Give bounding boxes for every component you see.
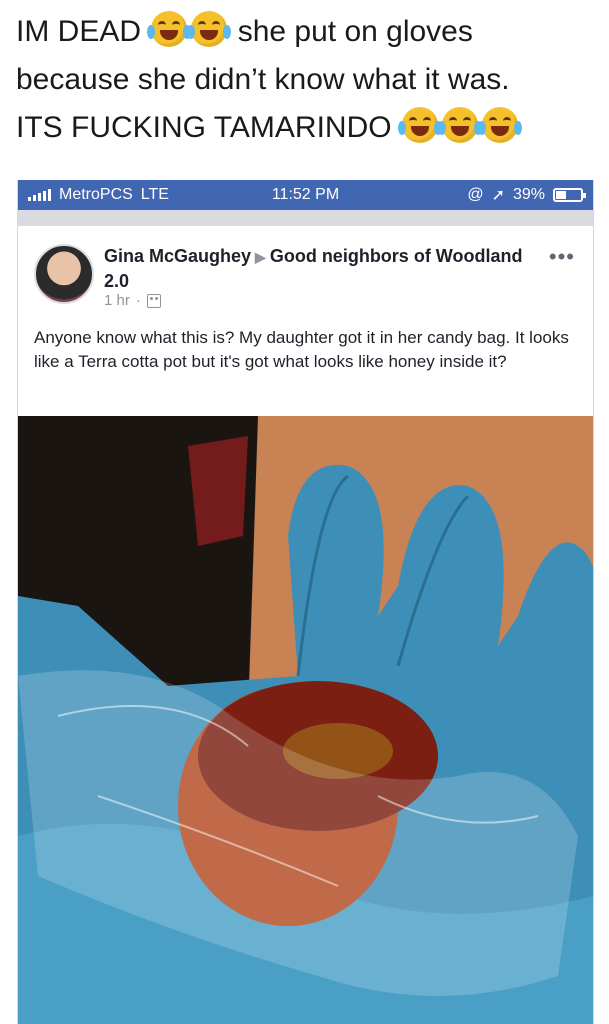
tweet-text: IM DEAD she put on gloves because she di…	[16, 8, 596, 152]
tweet-line-2: because she didn’t know what it was.	[16, 63, 510, 96]
post-body: Anyone know what this is? My daughter go…	[34, 328, 569, 371]
phone-screenshot: MetroPCS LTE 11:52 PM @ ➚ 39% Gina McGau…	[17, 180, 594, 1024]
post-meta: 1 hr ·	[104, 292, 161, 309]
author-name[interactable]: Gina McGaughey	[104, 246, 251, 266]
tweet-text-part: IM DEAD	[16, 15, 142, 48]
post-header: Gina McGaughey ▶ Good neighbors of Woodlan…	[18, 226, 593, 416]
alarm-icon: @	[467, 186, 484, 203]
tweet-line-3: ITS FUCKING TAMARINDO	[16, 104, 596, 152]
post-author-line: Gina McGaughey ▶ Good neighbors of Woodlan…	[104, 244, 524, 293]
status-right: @ ➚ 39%	[467, 185, 586, 205]
tears-of-joy-emoji-icon	[397, 107, 442, 143]
divider-bar	[18, 210, 593, 226]
group-icon	[146, 293, 161, 308]
battery-icon	[553, 188, 586, 202]
gloved-hand-candy-photo	[18, 416, 593, 1024]
location-arrow-icon: ➚	[491, 187, 505, 204]
tears-of-joy-emoji-icon	[187, 11, 232, 47]
tears-of-joy-emoji-icon	[147, 11, 192, 47]
tweet-line-1: IM DEAD she put on gloves	[16, 8, 596, 56]
avatar[interactable]	[34, 244, 94, 304]
tears-of-joy-emoji-icon	[477, 107, 522, 143]
post-time[interactable]: 1 hr	[104, 292, 130, 309]
tweet-text-part: ITS FUCKING TAMARINDO	[16, 111, 392, 144]
tears-of-joy-emoji-icon	[437, 107, 482, 143]
more-options-icon[interactable]: •••	[549, 244, 575, 270]
tweet-text-part: she put on gloves	[237, 15, 473, 48]
post-photo[interactable]	[18, 416, 593, 1024]
battery-percent: 39%	[512, 186, 545, 203]
separator-dot: ·	[135, 292, 141, 309]
caret-right-icon: ▶	[255, 249, 266, 265]
status-bar: MetroPCS LTE 11:52 PM @ ➚ 39%	[18, 180, 593, 210]
